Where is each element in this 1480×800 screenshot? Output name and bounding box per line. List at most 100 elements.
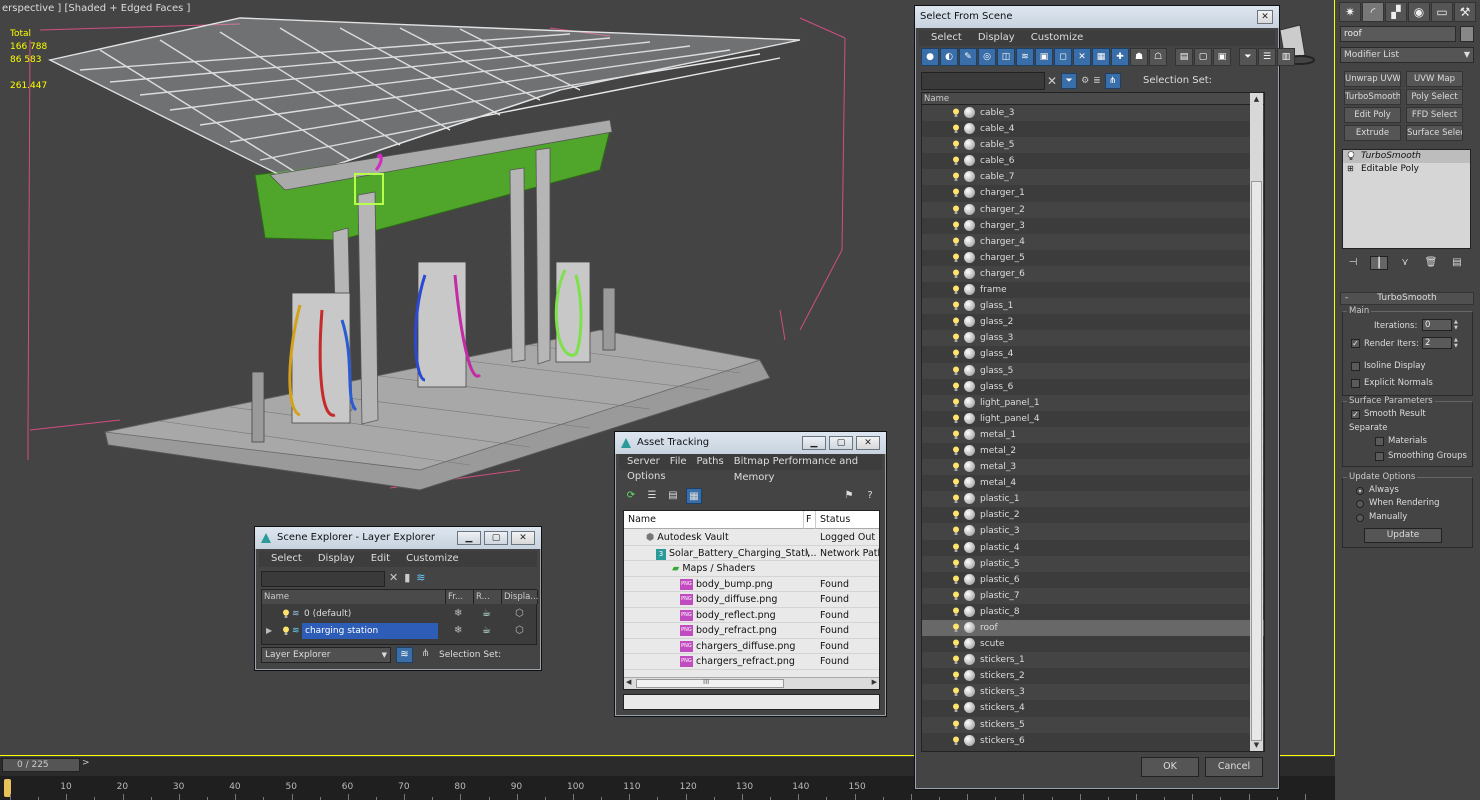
list-item[interactable]: scute — [922, 636, 1264, 652]
utilities-tab-icon[interactable]: ⚒ — [1454, 2, 1476, 22]
name-column-header[interactable]: Name ▲ — [922, 93, 1264, 105]
render-iters-checkbox[interactable]: ✓ — [1351, 339, 1360, 348]
filter-list-icon[interactable]: ☰ — [1258, 48, 1276, 66]
list-item[interactable]: cable_4 — [922, 121, 1264, 137]
list-item[interactable]: metal_1 — [922, 426, 1264, 443]
lightbulb-icon[interactable] — [952, 414, 960, 424]
lightbulb-icon[interactable] — [952, 720, 960, 730]
layers-icon[interactable]: ≣ — [1093, 76, 1101, 86]
vault-help-icon[interactable]: ⚑ — [841, 488, 857, 504]
lightbulb-icon[interactable] — [952, 671, 960, 681]
list-item[interactable]: glass_1 — [922, 298, 1264, 315]
table-view-icon[interactable]: ▦ — [686, 488, 702, 504]
explorer-type-dropdown[interactable]: Layer Explorer ▼ — [261, 647, 391, 663]
clear-search-icon[interactable]: ✕ — [1047, 74, 1057, 88]
lightbulb-icon[interactable] — [952, 124, 960, 134]
layers-stack-icon[interactable]: ≋ — [416, 571, 425, 584]
lightbulb-icon[interactable] — [282, 609, 290, 619]
scrollbar-thumb[interactable] — [1251, 181, 1262, 741]
lightbulb-icon[interactable] — [952, 317, 960, 327]
close-icon[interactable]: ✕ — [856, 436, 880, 450]
freeze-icon[interactable]: ❄ — [454, 623, 462, 639]
iterations-spinner[interactable]: 0 — [1422, 319, 1452, 331]
list-item[interactable]: metal_2 — [922, 443, 1264, 459]
lightbulb-icon[interactable] — [952, 269, 960, 279]
manually-radio[interactable] — [1356, 514, 1364, 522]
lightbulb-icon[interactable] — [952, 382, 960, 392]
lightbulb-icon[interactable] — [952, 188, 960, 198]
menu-display[interactable]: Display — [318, 551, 355, 567]
list-item[interactable]: glass_2 — [922, 314, 1264, 330]
find-filter-icon[interactable]: ⏷ — [1061, 73, 1078, 89]
table-row[interactable]: 3 Solar_Battery_Charging_Stati... \ Network… — [624, 546, 879, 561]
display-helpers-icon[interactable]: ◫ — [997, 48, 1015, 66]
display-box-icon[interactable]: ⬡ — [515, 606, 524, 622]
column-status[interactable]: Status — [816, 511, 879, 529]
surface-select-button[interactable]: Surface Select — [1406, 125, 1463, 141]
table-row[interactable]: PNG body_bump.png Found — [624, 577, 879, 592]
menu-bitmap-performance[interactable]: Bitmap Performance and Memory — [734, 454, 882, 483]
list-item[interactable]: glass_4 — [922, 346, 1264, 362]
table-row[interactable]: PNG body_diffuse.png Found — [624, 592, 879, 608]
display-hidden-icon[interactable]: ☗ — [1130, 48, 1148, 66]
list-item[interactable]: plastic_6 — [922, 572, 1264, 588]
remove-modifier-icon[interactable]: 🗑 — [1422, 256, 1440, 270]
edit-poly-button[interactable]: Edit Poly — [1344, 107, 1401, 123]
column-name[interactable]: Name — [262, 590, 446, 604]
layer-row-default[interactable]: ≋ 0 (default) ❄ ☕ ⬡ — [262, 606, 536, 622]
viewport-label[interactable]: erspective ] [Shaded + Edged Faces ] — [2, 3, 190, 14]
layers-mode-icon[interactable]: ≋ — [396, 647, 413, 663]
list-item[interactable]: cable_3 — [922, 105, 1264, 122]
display-geometry-icon[interactable]: ● — [921, 48, 939, 66]
asset-tracking-titlebar[interactable]: Asset Tracking ▁ ▢ ✕ — [615, 432, 886, 454]
close-icon[interactable]: ✕ — [1257, 10, 1273, 24]
hierarchy-icon[interactable]: ⋔ — [1104, 73, 1121, 89]
uvw-map-button[interactable]: UVW Map — [1406, 71, 1463, 87]
list-item[interactable]: charger_5 — [922, 250, 1264, 266]
teapot-icon[interactable]: ☕ — [482, 606, 491, 622]
lightbulb-icon[interactable] — [952, 366, 960, 376]
help-icon[interactable]: ? — [862, 488, 878, 504]
table-row[interactable]: PNG body_reflect.png Found — [624, 608, 879, 623]
list-item[interactable]: charger_3 — [922, 218, 1264, 234]
poly-select-button[interactable]: Poly Select — [1406, 89, 1463, 105]
detail-view-icon[interactable]: ▤ — [665, 488, 681, 504]
lightbulb-icon[interactable] — [952, 575, 960, 585]
lightbulb-icon[interactable] — [952, 494, 960, 504]
close-icon[interactable]: ✕ — [511, 531, 535, 545]
lightbulb-icon[interactable] — [952, 398, 960, 408]
lightbulb-icon[interactable] — [952, 639, 960, 649]
explicit-normals-checkbox[interactable] — [1351, 379, 1360, 388]
list-item[interactable]: plastic_4 — [922, 540, 1264, 556]
list-item[interactable]: plastic_7 — [922, 587, 1264, 604]
list-item[interactable]: charger_2 — [922, 201, 1264, 218]
scroll-right-icon[interactable]: ▶ — [872, 678, 877, 686]
menu-server[interactable]: Server — [627, 454, 660, 470]
display-lights-icon[interactable]: ✎ — [959, 48, 977, 66]
unwrap-uvw-button[interactable]: Unwrap UVW — [1344, 71, 1401, 87]
make-unique-icon[interactable]: ⋎ — [1396, 256, 1414, 270]
lightbulb-icon[interactable] — [952, 221, 960, 231]
search-filter-input[interactable] — [921, 72, 1045, 90]
display-all-icon[interactable]: ☖ — [1149, 48, 1167, 66]
minimize-icon[interactable]: ▁ — [802, 436, 826, 450]
lightbulb-icon[interactable] — [952, 301, 960, 311]
stack-item-editable-poly[interactable]: ⊞ Editable Poly — [1343, 163, 1470, 176]
lightbulb-icon[interactable] — [952, 623, 960, 633]
column-renderable[interactable]: R... — [474, 590, 502, 604]
table-row[interactable]: ▰ Maps / Shaders — [624, 561, 879, 577]
spinner-arrows-icon[interactable]: ▲ ▼ — [1454, 337, 1460, 349]
menu-display[interactable]: Display — [978, 30, 1015, 46]
asset-path-field[interactable] — [623, 694, 880, 710]
display-shapes-icon[interactable]: ◐ — [940, 48, 958, 66]
frame-counter[interactable]: 0 / 225 — [2, 758, 80, 772]
lightbulb-icon[interactable] — [952, 349, 960, 359]
when-rendering-radio[interactable] — [1356, 500, 1364, 508]
table-row[interactable]: PNG body_refract.png Found — [624, 623, 879, 639]
list-item[interactable]: metal_4 — [922, 475, 1264, 491]
modifier-list-dropdown[interactable]: Modifier List ▼ — [1340, 47, 1474, 63]
menu-edit[interactable]: Edit — [371, 551, 390, 567]
list-item[interactable]: charger_1 — [922, 185, 1264, 201]
teapot-icon[interactable]: ☕ — [482, 623, 491, 639]
always-radio[interactable] — [1356, 487, 1364, 495]
